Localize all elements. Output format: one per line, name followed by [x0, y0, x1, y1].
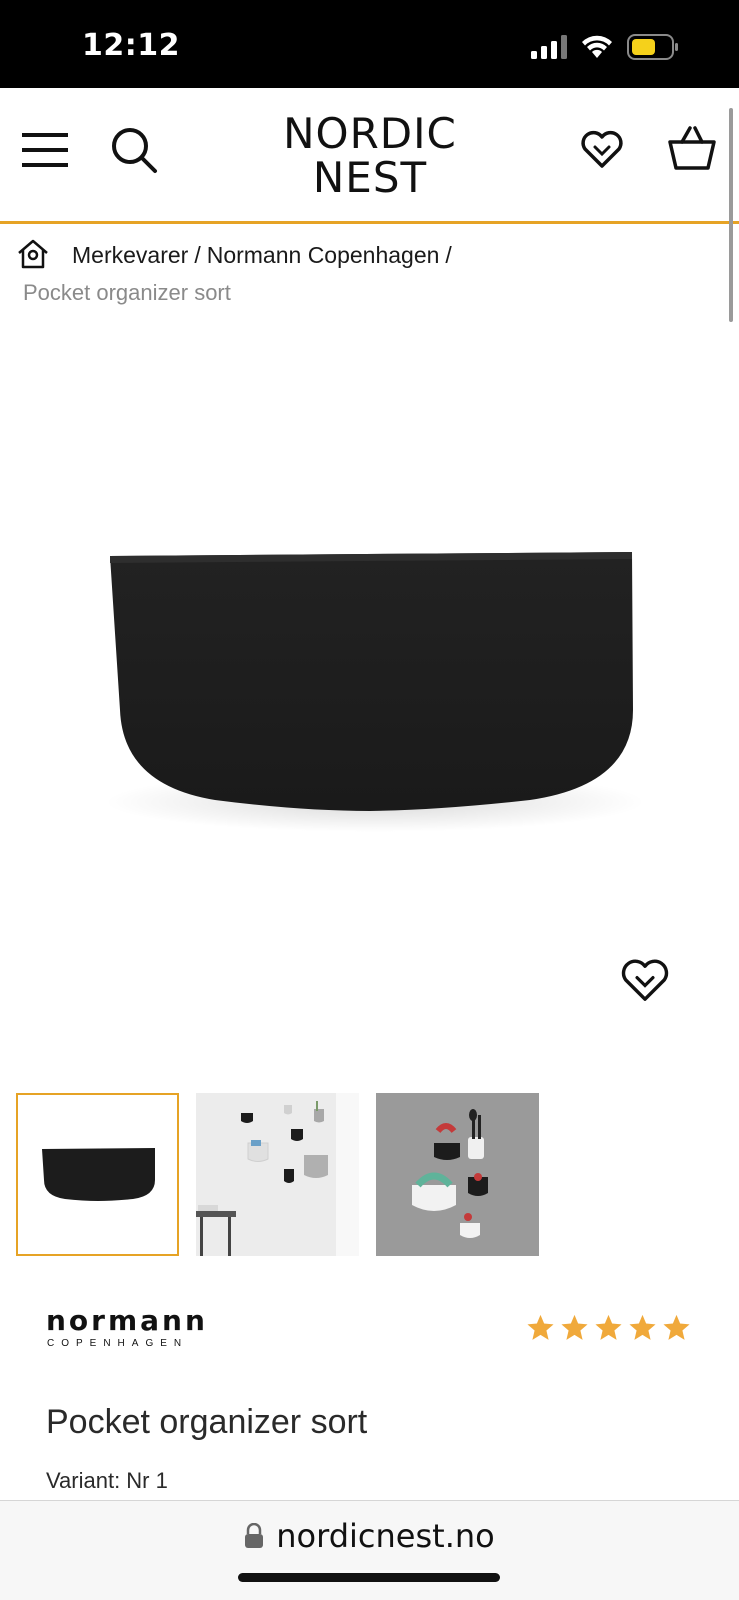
- status-icons: [531, 34, 679, 60]
- status-time: 12:12: [82, 28, 180, 63]
- thumbnail-lifestyle-white[interactable]: [196, 1093, 359, 1256]
- site-header: NORDIC NEST: [0, 88, 739, 224]
- menu-button[interactable]: [22, 130, 68, 170]
- breadcrumb-item-brands[interactable]: Merkevarer: [72, 242, 188, 268]
- thumbnail-product-front[interactable]: [16, 1093, 179, 1256]
- logo-line-1: NORDIC: [283, 109, 457, 158]
- wishlist-button[interactable]: [580, 130, 624, 170]
- product-main-image[interactable]: [0, 330, 739, 1060]
- hamburger-icon: [22, 133, 68, 167]
- cart-button[interactable]: [668, 124, 716, 172]
- search-icon: [112, 128, 157, 173]
- brand-logo[interactable]: normann COPENHAGEN: [46, 1304, 208, 1350]
- wifi-icon: [582, 35, 612, 58]
- product-image-pocket-organizer: [105, 552, 645, 832]
- add-to-wishlist-button[interactable]: [620, 958, 670, 1004]
- battery-icon: [627, 34, 678, 60]
- breadcrumb-links: Merkevarer / Normann Copenhagen /: [72, 242, 458, 269]
- breadcrumb-current: Pocket organizer sort: [23, 280, 231, 305]
- star-icon: [561, 1314, 588, 1340]
- thumbnail-image: [196, 1093, 359, 1256]
- lock-icon: [245, 1523, 264, 1548]
- logo-line-2: NEST: [312, 153, 428, 202]
- home-indicator[interactable]: [238, 1573, 500, 1582]
- url-text[interactable]: nordicnest.no: [276, 1517, 494, 1555]
- product-variant: Variant: Nr 1: [46, 1468, 168, 1493]
- thumbnail-lifestyle-grey[interactable]: [376, 1093, 539, 1256]
- brand-name: normann: [46, 1304, 208, 1337]
- status-bar: 12:12: [0, 0, 739, 88]
- thumbnail-image: [376, 1093, 539, 1256]
- scrollbar-thumb[interactable]: [729, 108, 733, 322]
- star-icon: [595, 1314, 622, 1340]
- star-icon: [527, 1314, 554, 1340]
- home-icon[interactable]: [16, 238, 50, 270]
- site-logo[interactable]: NORDIC NEST: [270, 112, 470, 200]
- brand-subtitle: COPENHAGEN: [47, 1338, 189, 1349]
- thumbnail-strip: [16, 1093, 539, 1256]
- browser-address-bar[interactable]: nordicnest.no: [0, 1500, 739, 1600]
- rating-stars[interactable]: [526, 1313, 691, 1342]
- star-icon: [663, 1314, 690, 1340]
- star-icon: [629, 1314, 656, 1340]
- signal-icon: [531, 35, 567, 59]
- breadcrumb-separator: /: [445, 242, 452, 268]
- heart-icon: [581, 130, 623, 168]
- breadcrumb-item-normann[interactable]: Normann Copenhagen: [207, 242, 440, 268]
- thumbnail-image: [42, 1148, 155, 1201]
- search-button[interactable]: [110, 126, 158, 174]
- heart-icon: [621, 959, 669, 1001]
- product-title: Pocket organizer sort: [46, 1403, 368, 1441]
- breadcrumb-separator: /: [194, 242, 201, 268]
- basket-icon: [668, 126, 716, 170]
